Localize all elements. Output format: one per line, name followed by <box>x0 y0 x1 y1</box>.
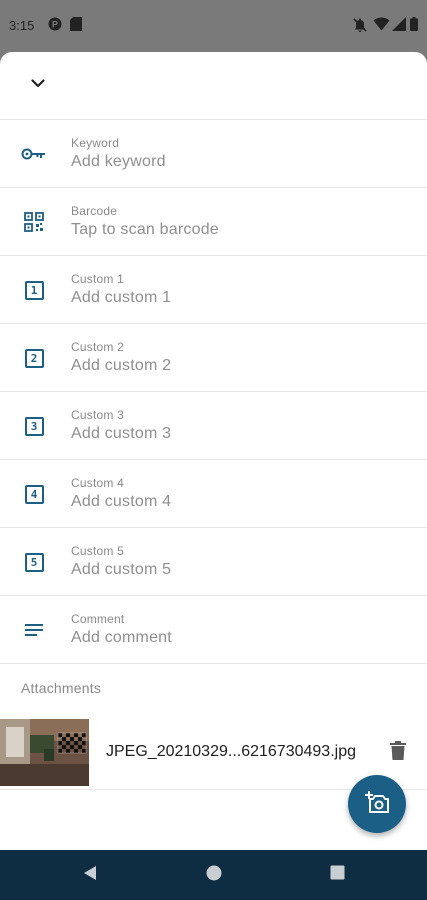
qr-code-icon <box>21 210 47 234</box>
barcode-field[interactable]: Barcode Tap to scan barcode <box>0 188 427 256</box>
custom-2-field[interactable]: 2 Custom 2 Add custom 2 <box>0 324 427 392</box>
number-4-glyph: 4 <box>24 484 44 504</box>
delete-attachment-button[interactable] <box>386 741 410 765</box>
field-label: Custom 1 <box>71 272 124 286</box>
comment-field[interactable]: Comment Add comment <box>0 596 427 664</box>
field-label: Custom 4 <box>71 476 124 490</box>
custom-4-field[interactable]: 4 Custom 4 Add custom 4 <box>0 460 427 528</box>
number-3-glyph: 3 <box>24 416 44 436</box>
battery-icon <box>410 17 418 36</box>
status-bar: 3:15 P <box>0 0 427 52</box>
field-label: Custom 5 <box>71 544 124 558</box>
collapse-button[interactable] <box>22 68 54 100</box>
field-value: Add custom 5 <box>71 561 172 578</box>
key-icon <box>21 142 47 166</box>
field-value: Add comment <box>71 629 172 646</box>
field-label: Barcode <box>71 204 118 218</box>
number-5-icon: 5 <box>21 550 47 574</box>
add-camera-icon <box>364 790 390 819</box>
attachments-title: Attachments <box>21 680 102 696</box>
trash-icon <box>390 741 406 765</box>
system-nav-bar <box>0 850 427 900</box>
attachment-filename: JPEG_20210329...6216730493.jpg <box>106 743 356 760</box>
field-value: Add custom 4 <box>71 493 172 510</box>
field-label: Comment <box>71 612 125 626</box>
number-2-icon: 2 <box>21 346 47 370</box>
field-value: Tap to scan barcode <box>71 221 219 238</box>
comment-lines-icon <box>21 618 47 642</box>
field-label: Custom 2 <box>71 340 124 354</box>
recents-button[interactable] <box>307 850 367 900</box>
number-1-glyph: 1 <box>24 280 44 300</box>
keyword-field[interactable]: Keyword Add keyword <box>0 120 427 188</box>
number-1-icon: 1 <box>21 278 47 302</box>
field-value: Add custom 1 <box>71 289 172 306</box>
field-label: Keyword <box>71 136 120 150</box>
sd-card-icon <box>70 17 82 36</box>
add-photo-button[interactable] <box>348 775 406 833</box>
home-button[interactable] <box>184 850 244 900</box>
field-value: Add custom 2 <box>71 357 172 374</box>
custom-1-field[interactable]: 1 Custom 1 Add custom 1 <box>0 256 427 324</box>
field-label: Custom 3 <box>71 408 124 422</box>
svg-text:P: P <box>52 20 58 30</box>
custom-3-field[interactable]: 3 Custom 3 Add custom 3 <box>0 392 427 460</box>
custom-5-field[interactable]: 5 Custom 5 Add custom 5 <box>0 528 427 596</box>
field-value: Add custom 3 <box>71 425 172 442</box>
notifications-off-icon <box>352 17 368 38</box>
number-3-icon: 3 <box>21 414 47 438</box>
chevron-down-icon <box>31 75 45 93</box>
back-triangle-icon <box>83 865 97 886</box>
number-2-glyph: 2 <box>24 348 44 368</box>
sheet-header <box>0 52 427 120</box>
home-circle-icon <box>206 865 222 886</box>
number-4-icon: 4 <box>21 482 47 506</box>
signal-icon <box>392 17 406 36</box>
attachment-thumbnail[interactable] <box>0 719 89 786</box>
field-value: Add keyword <box>71 153 166 170</box>
wifi-icon <box>373 17 390 36</box>
number-5-glyph: 5 <box>24 552 44 572</box>
back-button[interactable] <box>60 850 120 900</box>
recents-square-icon <box>330 865 345 885</box>
app-notification-icon: P <box>48 17 62 36</box>
status-time: 3:15 <box>9 18 35 33</box>
bottom-sheet: Keyword Add keyword Barcode Tap to scan … <box>0 52 427 850</box>
